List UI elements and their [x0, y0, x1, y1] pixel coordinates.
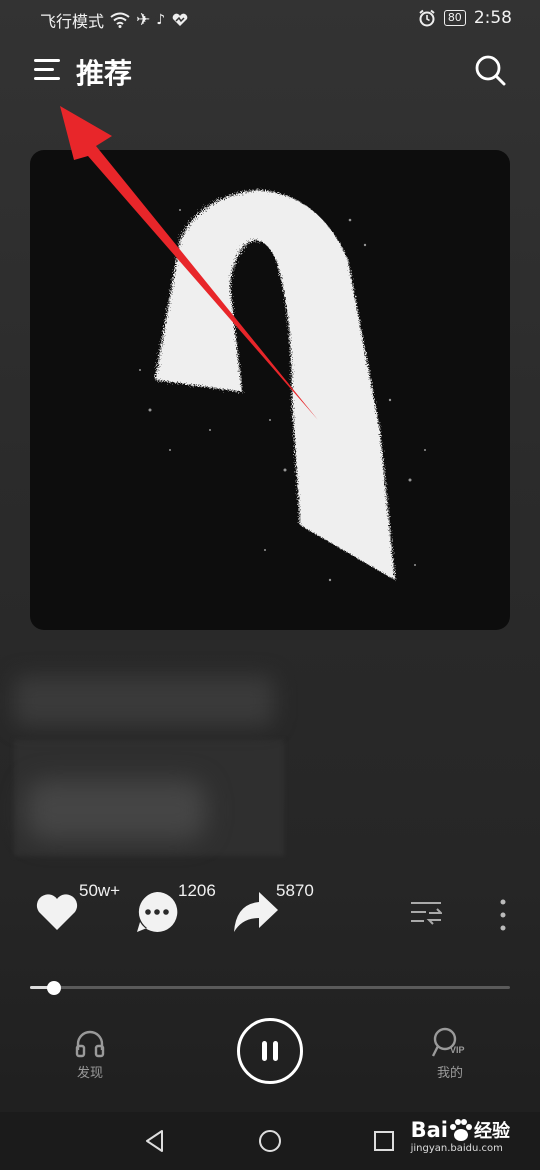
playlist-mode-icon[interactable]	[410, 900, 442, 930]
status-bar-left: 飞行模式 ✈ ♪	[40, 8, 189, 32]
battery-indicator: 80	[443, 10, 466, 26]
nav-discover[interactable]: 发现	[60, 1028, 120, 1081]
song-title-blurred	[14, 676, 274, 726]
hamburger-menu-icon[interactable]	[34, 56, 62, 84]
progress-thumb[interactable]	[47, 981, 61, 995]
status-bar-right: 80 2:58	[418, 8, 512, 28]
baidu-jingyan-watermark: Bai 经验 jingyan.baidu.com	[411, 1117, 510, 1154]
progress-track[interactable]	[30, 986, 510, 989]
nav-mine-label: 我的	[436, 1066, 463, 1081]
heart-signal-icon	[172, 13, 188, 26]
comment-icon[interactable]	[135, 890, 179, 934]
home-circle-icon[interactable]	[258, 1129, 282, 1153]
artist-name-blurred	[26, 780, 206, 840]
watermark-brand: Bai	[410, 1118, 448, 1142]
album-cover[interactable]	[30, 150, 510, 630]
watermark-url: jingyan.baidu.com	[410, 1143, 503, 1154]
search-icon[interactable]	[474, 54, 506, 86]
share-arrow-icon[interactable]	[232, 890, 280, 934]
share-count: 5870	[276, 881, 314, 900]
nav-mine[interactable]: VIP 我的	[420, 1026, 480, 1081]
page-title: 推荐	[76, 57, 133, 90]
music-note-icon: ♪	[156, 12, 166, 28]
user-vip-icon: VIP	[430, 1026, 470, 1058]
paw-logo-icon	[450, 1119, 472, 1141]
airplane-mode-text: 飞行模式	[40, 12, 105, 31]
watermark-brand-suffix: 经验	[474, 1121, 510, 1142]
alarm-icon	[419, 9, 435, 27]
like-heart-icon[interactable]	[34, 892, 80, 932]
airplane-icon: ✈	[136, 10, 151, 30]
comment-count: 1206	[178, 881, 216, 900]
wifi-icon	[110, 12, 130, 28]
pause-icon	[262, 1041, 278, 1061]
recents-square-icon[interactable]	[373, 1130, 395, 1152]
headphones-icon	[75, 1030, 105, 1058]
more-options-icon[interactable]	[498, 898, 508, 932]
nav-discover-label: 发现	[76, 1066, 103, 1081]
vip-badge: VIP	[450, 1045, 465, 1055]
pause-button[interactable]	[237, 1018, 303, 1084]
back-triangle-icon[interactable]	[143, 1129, 167, 1153]
like-count: 50w+	[79, 881, 121, 900]
clock: 2:58	[473, 8, 512, 28]
album-artwork-image	[139, 190, 426, 582]
